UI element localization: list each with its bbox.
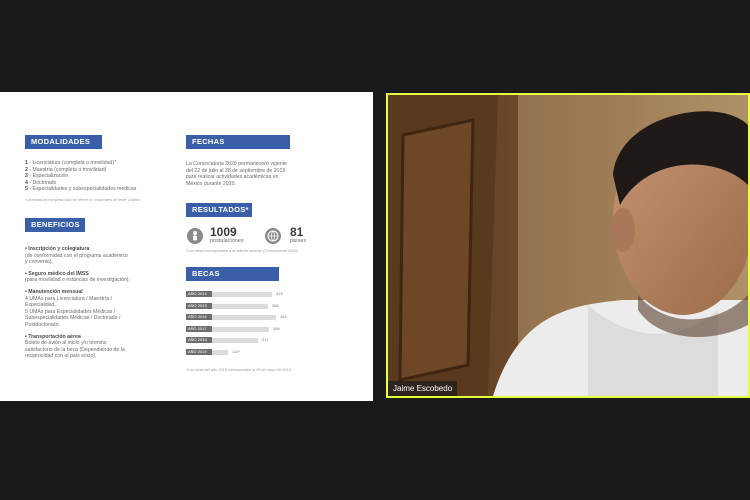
postulaciones-label: postulaciones bbox=[210, 238, 244, 244]
modalidades-note: *Licenciatura completa sólo se ofrece in… bbox=[25, 198, 142, 202]
becas-bar-row: AÑO 2019 110* bbox=[186, 348, 306, 356]
modalidades-list: 1 - Licenciatura (completa o movilidad)*… bbox=[25, 160, 175, 193]
becas-value-label: 444 bbox=[280, 314, 287, 319]
fechas-header: FECHAS IMPORTANTES bbox=[186, 135, 290, 160]
becas-value-label: 110* bbox=[232, 348, 240, 354]
becas-year-label: AÑO 2014 bbox=[186, 291, 212, 297]
becas-bar bbox=[212, 338, 258, 343]
modalidad-item: 3 - Especialización bbox=[25, 173, 69, 180]
modalidad-item: 4 - Doctorado bbox=[25, 179, 57, 186]
becas-value-label: 396 bbox=[273, 325, 280, 331]
modalidad-item: 1 - Licenciatura (completa o movilidad)* bbox=[25, 160, 117, 166]
becas-year-label: AÑO 2019 bbox=[186, 348, 212, 355]
participant-video-frame bbox=[388, 95, 748, 396]
globe-icon bbox=[265, 228, 281, 244]
participant-name-tag: Jaime Escobedo bbox=[388, 381, 458, 396]
beneficio-item: • Manutención mensual 4 UMAs para Licenc… bbox=[25, 288, 121, 328]
beneficio-item: • Inscripción y colegiatura (de conformi… bbox=[25, 246, 128, 266]
resultados-note: *Las cifras corresponden a la edición an… bbox=[186, 249, 299, 253]
person-icon bbox=[187, 228, 203, 244]
becas-bar-row: AÑO 2015 386 bbox=[186, 302, 306, 310]
becas-year-label: AÑO 2018 bbox=[186, 337, 212, 343]
beneficios-list: • Inscripción y colegiatura (de conformi… bbox=[25, 246, 156, 360]
beneficio-item: • Transportación aérea Boleto de avión a… bbox=[25, 333, 125, 360]
resultados-header: RESULTADOS* bbox=[186, 203, 252, 217]
becas-bar bbox=[212, 326, 269, 332]
becas-bar bbox=[212, 349, 228, 355]
becas-year-label: AÑO 2016 bbox=[186, 314, 212, 320]
fechas-text: La Convocatoria 2020 permaneceró vigente… bbox=[186, 161, 287, 187]
becas-bar-row: AÑO 2018 317 bbox=[186, 337, 306, 344]
becas-bar-row: AÑO 2014 415 bbox=[186, 291, 306, 298]
shared-slide: MODALIDADES 1 - Licenciatura (completa o… bbox=[0, 92, 373, 401]
beneficios-header: BENEFICIOS bbox=[25, 218, 85, 232]
beneficio-item: • Seguro médico del IMSS (para movilidad… bbox=[25, 270, 130, 284]
becas-note: *Las cifras del año 2019 corresponden al… bbox=[186, 368, 292, 372]
becas-value-label: 415 bbox=[276, 291, 283, 296]
becas-year-label: AÑO 2015 bbox=[186, 302, 212, 309]
paises-label: países bbox=[290, 238, 307, 244]
paises-count: 81 bbox=[290, 225, 304, 239]
becas-bar-row: AÑO 2016 444 bbox=[186, 314, 306, 321]
becas-value-label: 386 bbox=[272, 302, 279, 308]
becas-bar bbox=[212, 292, 272, 297]
modalidades-header: MODALIDADES bbox=[25, 135, 102, 149]
becas-bar-row: AÑO 2017 396 bbox=[186, 325, 306, 333]
postulaciones-count: 1009 bbox=[210, 225, 237, 239]
becas-year-label: AÑO 2017 bbox=[186, 325, 212, 332]
meeting-screen: MODALIDADES 1 - Licenciatura (completa o… bbox=[0, 0, 750, 500]
modalidad-item: 2 - Maestría (completa o movilidad) bbox=[25, 166, 107, 173]
becas-value-label: 317 bbox=[262, 337, 269, 342]
becas-bar bbox=[212, 315, 276, 320]
becas-bar bbox=[212, 303, 268, 309]
modalidad-item: 5 - Especialidades y subespecialidades m… bbox=[25, 186, 137, 193]
becas-header: BECAS OTORGADAS bbox=[186, 267, 279, 292]
participant-video[interactable] bbox=[386, 93, 750, 398]
